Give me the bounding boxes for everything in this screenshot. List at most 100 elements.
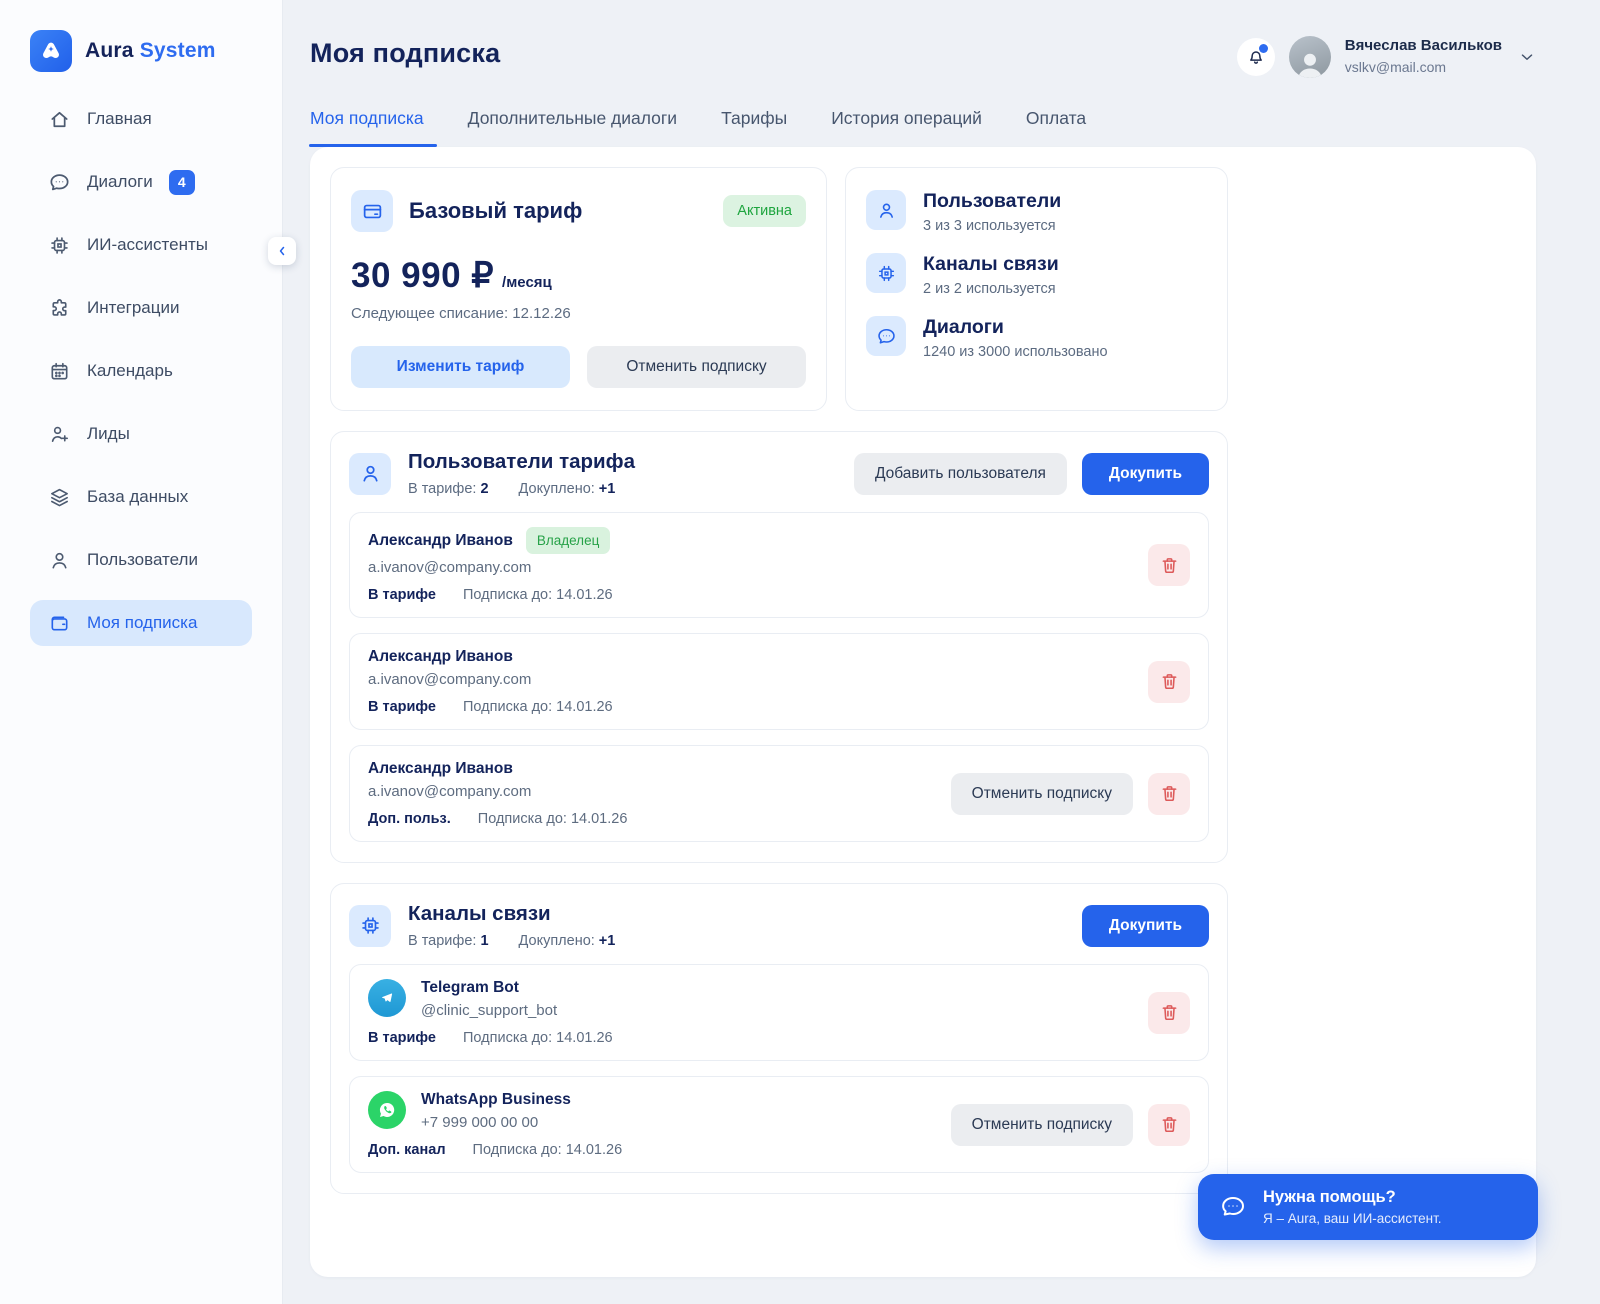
channel-until: Подписка до: 14.01.26 xyxy=(463,1030,613,1046)
sidebar-nav: Главная Диалоги 4 ИИ-ассистенты Интеграц… xyxy=(30,96,252,646)
sidebar-item-ai-assistants[interactable]: ИИ-ассистенты xyxy=(30,222,252,268)
sidebar-item-leads[interactable]: Лиды xyxy=(30,411,252,457)
sidebar-item-label: ИИ-ассистенты xyxy=(87,235,208,255)
usage-title: Каналы связи xyxy=(923,253,1059,276)
puzzle-icon xyxy=(48,297,71,320)
user-row-type: В тарифе xyxy=(368,587,436,603)
brand-name: Aura System xyxy=(85,39,216,63)
add-user-button[interactable]: Добавить пользователя xyxy=(854,453,1067,495)
cancel-channel-subscription-button[interactable]: Отменить подписку xyxy=(951,1104,1133,1146)
usage-value: 1240 из 3000 использовано xyxy=(923,344,1108,360)
main-content: Моя подписка Вячеслав Васильков vslkv@ma… xyxy=(283,0,1600,1304)
sidebar-item-dialogs[interactable]: Диалоги 4 xyxy=(30,159,252,205)
tab-my-subscription[interactable]: Моя подписка xyxy=(310,108,424,147)
channel-type: В тарифе xyxy=(368,1030,436,1046)
channel-row: Telegram Bot @clinic_support_bot В тариф… xyxy=(349,964,1209,1061)
tab-extra-dialogs[interactable]: Дополнительные диалоги xyxy=(468,108,677,147)
user-row-until: Подписка до: 14.01.26 xyxy=(463,587,613,603)
user-row: Александр Иванов Владелец a.ivanov@compa… xyxy=(349,512,1209,618)
tab-payment[interactable]: Оплата xyxy=(1026,108,1086,147)
change-tariff-button[interactable]: Изменить тариф xyxy=(351,346,570,388)
user-row-email: a.ivanov@company.com xyxy=(368,671,1148,688)
sidebar-item-label: Главная xyxy=(87,109,152,129)
brand-logo: Aura System xyxy=(30,0,252,72)
calendar-icon xyxy=(48,360,71,383)
user-name: Вячеслав Васильков xyxy=(1345,37,1502,56)
avatar[interactable] xyxy=(1289,36,1331,78)
sidebar-item-integrations[interactable]: Интеграции xyxy=(30,285,252,331)
sidebar-collapse-button[interactable] xyxy=(268,237,296,265)
sidebar-item-my-subscription[interactable]: Моя подписка xyxy=(30,600,252,646)
chat-icon xyxy=(866,316,906,356)
sidebar: Aura System Главная Диалоги 4 ИИ-ассисте… xyxy=(0,0,283,1304)
usage-card: Пользователи 3 из 3 используется Каналы … xyxy=(845,167,1228,411)
section-meta: В тарифе:1 Докуплено:+1 xyxy=(408,933,615,949)
person-icon xyxy=(866,190,906,230)
section-meta: В тарифе:2 Докуплено:+1 xyxy=(408,481,635,497)
user-row-email: a.ivanov@company.com xyxy=(368,559,1148,576)
user-info: Вячеслав Васильков vslkv@mail.com xyxy=(1345,37,1502,76)
delete-user-button[interactable] xyxy=(1148,661,1190,703)
trash-icon xyxy=(1159,1002,1180,1023)
tariff-period: /месяц xyxy=(502,274,552,291)
delete-user-button[interactable] xyxy=(1148,544,1190,586)
channel-handle: @clinic_support_bot xyxy=(421,1002,1148,1019)
user-area: Вячеслав Васильков vslkv@mail.com xyxy=(1237,36,1536,78)
channel-until: Подписка до: 14.01.26 xyxy=(473,1142,623,1158)
chip-icon xyxy=(349,905,391,947)
channel-handle: +7 999 000 00 00 xyxy=(421,1114,951,1131)
sidebar-item-label: Диалоги xyxy=(87,172,153,192)
usage-dialogs: Диалоги 1240 из 3000 использовано xyxy=(866,316,1207,360)
user-menu-button[interactable] xyxy=(1518,48,1536,66)
buy-more-channels-button[interactable]: Докупить xyxy=(1082,905,1209,947)
sidebar-item-label: Моя подписка xyxy=(87,613,197,633)
credit-card-icon xyxy=(351,190,393,232)
sidebar-item-home[interactable]: Главная xyxy=(30,96,252,142)
telegram-icon xyxy=(368,979,406,1017)
tariff-card: Базовый тариф Активна 30 990 ₽ /месяц Сл… xyxy=(330,167,827,411)
next-charge-date: Следующее списание: 12.12.26 xyxy=(351,305,806,322)
usage-value: 3 из 3 используется xyxy=(923,218,1061,234)
user-row-name: Александр Иванов xyxy=(368,532,513,550)
delete-channel-button[interactable] xyxy=(1148,1104,1190,1146)
user-row: Александр Иванов a.ivanov@company.com В … xyxy=(349,633,1209,730)
owner-badge: Владелец xyxy=(526,527,610,554)
help-title: Нужна помощь? xyxy=(1263,1188,1442,1207)
buy-more-users-button[interactable]: Докупить xyxy=(1082,453,1209,495)
delete-channel-button[interactable] xyxy=(1148,992,1190,1034)
channel-type: Доп. канал xyxy=(368,1142,446,1158)
trash-icon xyxy=(1159,783,1180,804)
tab-history[interactable]: История операций xyxy=(831,108,982,147)
usage-title: Пользователи xyxy=(923,190,1061,213)
dialogs-count-badge: 4 xyxy=(169,170,195,195)
chat-icon xyxy=(48,171,71,194)
tab-tariffs[interactable]: Тарифы xyxy=(721,108,787,147)
usage-value: 2 из 2 используется xyxy=(923,281,1059,297)
sidebar-item-calendar[interactable]: Календарь xyxy=(30,348,252,394)
sidebar-item-label: Пользователи xyxy=(87,550,198,570)
sidebar-item-label: Лиды xyxy=(87,424,130,444)
sidebar-item-database[interactable]: База данных xyxy=(30,474,252,520)
section-title: Пользователи тарифа xyxy=(408,450,635,474)
notifications-button[interactable] xyxy=(1237,38,1275,76)
trash-icon xyxy=(1159,1114,1180,1135)
help-assistant-widget[interactable]: Нужна помощь? Я – Aura, ваш ИИ-ассистент… xyxy=(1198,1174,1538,1240)
users-section: Пользователи тарифа В тарифе:2 Докуплено… xyxy=(330,431,1228,863)
channel-row: WhatsApp Business +7 999 000 00 00 Доп. … xyxy=(349,1076,1209,1173)
user-row-name: Александр Иванов xyxy=(368,648,513,666)
person-icon xyxy=(48,549,71,572)
user-row: Александр Иванов a.ivanov@company.com До… xyxy=(349,745,1209,842)
user-row-email: a.ivanov@company.com xyxy=(368,783,951,800)
delete-user-button[interactable] xyxy=(1148,773,1190,815)
usage-title: Диалоги xyxy=(923,316,1108,339)
trash-icon xyxy=(1159,671,1180,692)
sidebar-item-users[interactable]: Пользователи xyxy=(30,537,252,583)
cancel-subscription-button[interactable]: Отменить подписку xyxy=(587,346,806,388)
tariff-title: Базовый тариф xyxy=(409,198,707,224)
user-email: vslkv@mail.com xyxy=(1345,59,1502,77)
channel-name: WhatsApp Business xyxy=(421,1091,571,1109)
channels-section: Каналы связи В тарифе:1 Докуплено:+1 Док… xyxy=(330,883,1228,1194)
sidebar-item-label: База данных xyxy=(87,487,188,507)
usage-channels: Каналы связи 2 из 2 используется xyxy=(866,253,1207,297)
cancel-user-subscription-button[interactable]: Отменить подписку xyxy=(951,773,1133,815)
